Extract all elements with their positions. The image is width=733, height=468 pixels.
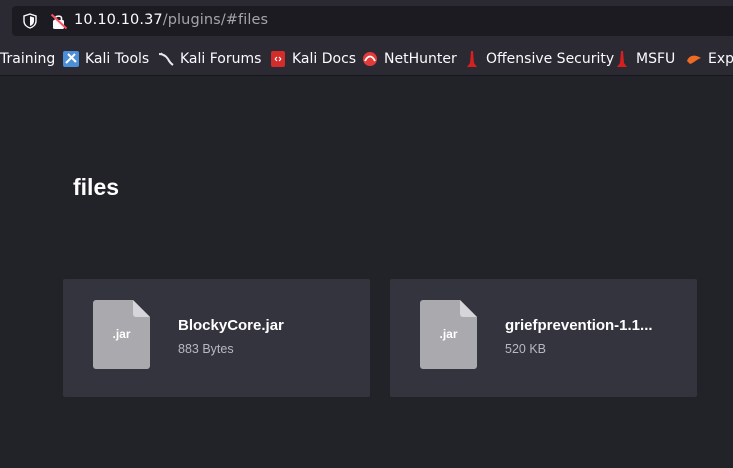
bookmark-kali-tools[interactable]: Kali Tools	[63, 49, 149, 69]
page-title: files	[73, 174, 120, 200]
bookmarks-toolbar: Training Kali Tools Kali Forums Kali Doc…	[0, 42, 733, 76]
file-size: 520 KB	[505, 342, 547, 356]
insecure-lock-icon[interactable]	[50, 13, 68, 30]
nethunter-icon	[363, 52, 377, 66]
file-extension: .jar	[439, 327, 458, 341]
url-text[interactable]: 10.10.10.37/plugins/#files	[74, 12, 268, 28]
bookmark-kali-docs[interactable]: Kali Docs	[270, 49, 356, 69]
file-card[interactable]: .jar griefprevention-1.1... 520 KB	[390, 279, 697, 397]
url-bar-row: 10.10.10.37/plugins/#files	[0, 0, 733, 42]
bookmark-label: Offensive Security	[486, 51, 615, 67]
bookmark-label: Kali Forums	[180, 51, 262, 67]
bookmark-training[interactable]: Training	[0, 49, 55, 69]
bookmark-exploit-db[interactable]: Exp	[686, 49, 733, 69]
file-card[interactable]: .jar BlockyCore.jar 883 Bytes	[63, 279, 370, 397]
kali-dragon-icon	[158, 52, 174, 66]
bookmark-label: Kali Docs	[292, 51, 357, 67]
file-name[interactable]: griefprevention-1.1...	[505, 317, 653, 334]
file-size: 883 Bytes	[178, 342, 234, 356]
offsec-icon	[617, 51, 627, 67]
url-host: 10.10.10.37	[74, 12, 163, 28]
bookmark-label: Training	[0, 51, 56, 67]
bookmark-label: MSFU	[636, 51, 676, 67]
tracking-protection-shield-icon[interactable]	[22, 13, 38, 29]
bookmark-offensive-security[interactable]: Offensive Security	[464, 49, 614, 69]
exploit-db-icon	[687, 55, 701, 64]
bookmark-label: Exp	[708, 51, 733, 67]
kali-docs-icon	[271, 51, 285, 67]
bookmark-msfu[interactable]: MSFU	[614, 49, 675, 69]
url-path: /plugins/#files	[162, 12, 269, 28]
file-name[interactable]: BlockyCore.jar	[178, 317, 284, 334]
offsec-icon	[467, 51, 477, 67]
bookmark-label: Kali Tools	[85, 51, 150, 67]
bookmark-nethunter[interactable]: NetHunter	[362, 49, 457, 69]
kali-tools-icon	[63, 51, 79, 67]
file-extension: .jar	[112, 327, 131, 341]
bookmark-kali-forums[interactable]: Kali Forums	[158, 49, 261, 69]
bookmark-label: NetHunter	[384, 51, 457, 67]
